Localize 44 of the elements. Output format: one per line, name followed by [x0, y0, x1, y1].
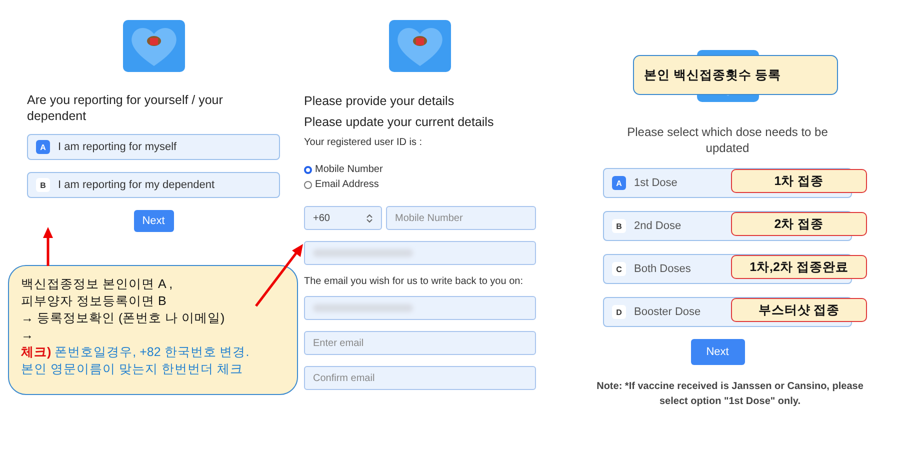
option-label: 1st Dose [634, 177, 678, 189]
annotation-tooltip: 1차 접종 [731, 169, 867, 193]
option-button[interactable]: A I am reporting for myself [27, 134, 280, 160]
note-text: Note: *If vaccine received is Janssen or Cansino, please select option "1st Dose" only. [596, 380, 864, 409]
option-label: I am reporting for my dependent [58, 179, 215, 191]
form-heading: Please provide your details [304, 94, 456, 108]
logo-icon [389, 20, 451, 72]
logo-icon [122, 20, 184, 72]
arrow [43, 227, 53, 266]
option-label: Both Doses [634, 263, 691, 275]
option-letter: C [612, 262, 626, 276]
input-field[interactable] [304, 241, 536, 265]
question-title: Please select which dose needs to be updated [626, 124, 829, 156]
callout-text: → 등록정보확인 (폰번호 나 이메일) [21, 310, 226, 327]
callout-text: → [21, 327, 34, 344]
option-label: I am reporting for myself [58, 141, 177, 153]
option-letter: D [612, 305, 626, 319]
field-label: The email you wish for us to write back to you on: [304, 276, 524, 287]
form-subheading: Please update your current details [304, 115, 495, 129]
next-button[interactable]: Next [134, 210, 174, 232]
next-button[interactable]: Next [690, 339, 744, 365]
option-button[interactable]: B I am reporting for my dependent [27, 172, 280, 198]
arrow [255, 244, 303, 307]
option-letter: B [36, 178, 50, 192]
annotation-tooltip: 1차,2차 접종완료 [731, 255, 867, 279]
radio-option[interactable]: Email Address [304, 177, 536, 192]
callout-text: 체크) 폰번호일경우, +82 한국번호 변경. [21, 344, 250, 361]
chevron-icon [366, 214, 373, 222]
field-label: Your registered user ID is : [304, 137, 424, 148]
radio-option[interactable]: Mobile Number [304, 162, 536, 177]
option-label: Booster Dose [634, 306, 701, 318]
annotation-tooltip: 부스터샷 접종 [731, 298, 867, 322]
option-letter: A [612, 176, 626, 190]
callout-title: 본인 백신접종횟수 등록 [633, 55, 838, 95]
callout-text: 피부양자 정보등록이면 B [21, 293, 168, 310]
annotation-tooltip: 2차 접종 [731, 212, 867, 236]
option-label: 2nd Dose [634, 220, 682, 232]
option-letter: A [36, 140, 50, 154]
country-code-select[interactable]: +60 [304, 206, 382, 230]
input-field[interactable] [304, 296, 536, 320]
callout-text: 백신접종정보 본인이면 A , [21, 276, 174, 293]
question-title: Are you reporting for yourself / your dependent [27, 92, 224, 124]
callout-text: 본인 영문이름이 맞는지 한번번더 체크 [21, 361, 244, 378]
option-letter: B [612, 219, 626, 233]
